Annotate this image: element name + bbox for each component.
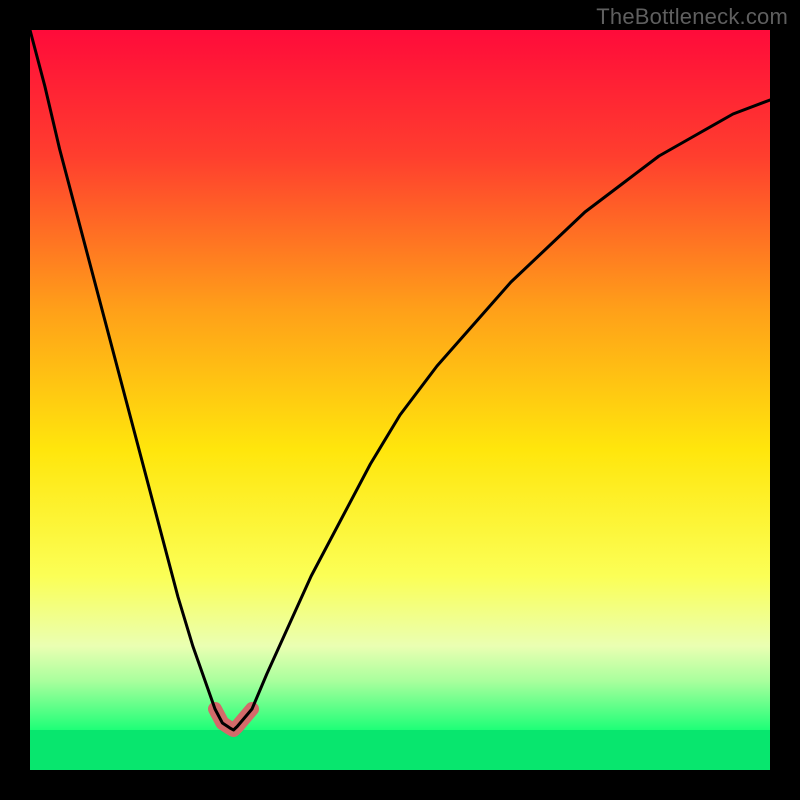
chart-frame — [30, 30, 770, 770]
bottleneck-curve-line — [30, 30, 770, 730]
bottleneck-curve-svg — [30, 30, 770, 770]
watermark-text: TheBottleneck.com — [596, 4, 788, 30]
